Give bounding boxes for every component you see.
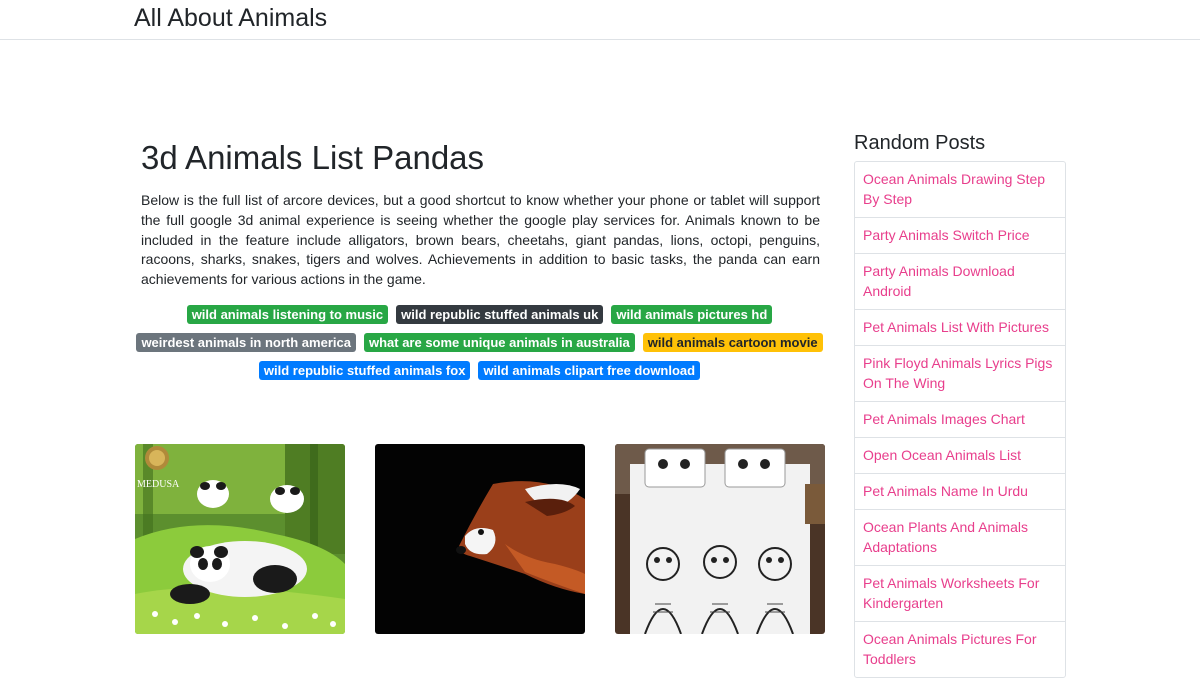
sketch-bedding-image [615,444,825,634]
red-panda-image [375,444,585,634]
random-post-link[interactable]: Ocean Animals Pictures For Toddlers [855,622,1065,677]
thumbnail-sketch-bedding[interactable] [615,444,825,634]
random-post-link[interactable]: Party Animals Download Android [855,254,1065,310]
tag-badge[interactable]: wild republic stuffed animals uk [396,305,604,324]
tag-badge[interactable]: weirdest animals in north america [136,333,356,352]
tag-badge[interactable]: wild animals cartoon movie [642,333,823,352]
random-post-link[interactable]: Pet Animals Worksheets For Kindergarten [855,566,1065,622]
svg-text:MEDUSA: MEDUSA [137,479,180,490]
tag-badge[interactable]: what are some unique animals in australi… [363,333,635,352]
top-navbar: All About Animals [0,0,1200,40]
random-post-link[interactable]: Pet Animals Images Chart [855,402,1065,438]
random-post-link[interactable]: Pink Floyd Animals Lyrics Pigs On The Wi… [855,346,1065,402]
tag-badge[interactable]: wild animals clipart free download [478,361,701,380]
thumbnail-red-panda[interactable] [375,444,585,634]
random-post-link[interactable]: Pet Animals List With Pictures [855,310,1065,346]
site-brand-link[interactable]: All About Animals [134,3,327,33]
random-post-link[interactable]: Open Ocean Animals List [855,438,1065,474]
random-post-link[interactable]: Pet Animals Name In Urdu [855,474,1065,510]
tag-badge[interactable]: wild republic stuffed animals fox [258,361,471,380]
random-post-link[interactable]: Ocean Animals Drawing Step By Step [855,162,1065,218]
random-posts-list: Ocean Animals Drawing Step By Step Party… [854,161,1066,678]
tag-list: wild animals listening to music wild rep… [134,305,825,380]
tag-badge[interactable]: wild animals pictures hd [611,305,773,324]
thumbnail-panda-bedding[interactable]: MEDUSA [135,444,345,634]
sidebar: Random Posts Ocean Animals Drawing Step … [854,131,1066,678]
page-title: 3d Animals List Pandas [141,139,485,176]
article: 3d Animals List Pandas Below is the full… [141,138,820,290]
tag-badge[interactable]: wild animals listening to music [186,305,389,324]
sidebar-title: Random Posts [854,132,986,154]
article-description: Below is the full list of arcore devices… [141,192,820,288]
panda-bedding-image: MEDUSA [135,444,345,634]
random-post-link[interactable]: Ocean Plants And Animals Adaptations [855,510,1065,566]
random-post-link[interactable]: Party Animals Switch Price [855,218,1065,254]
